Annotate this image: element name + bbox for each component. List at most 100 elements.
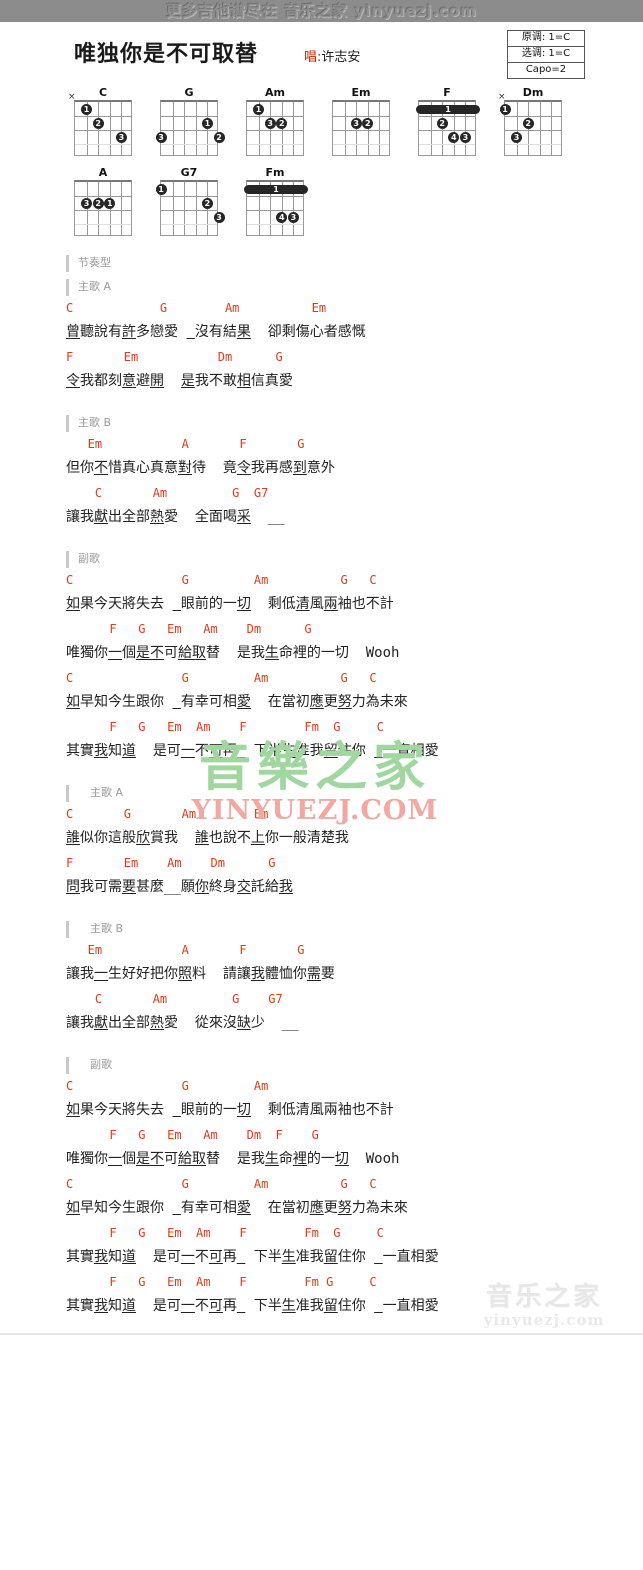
finger-dot: 2 xyxy=(362,117,374,129)
chord-diagrams: C 1 2 3 × G 1 2 3 Am 1 2 3 Em 2 3 F 1 2 3 4 Dm 1 2 3 × A 1 2 3 G7 1 2 3 Fm… xyxy=(0,82,643,236)
chord-line: C G Am Em xyxy=(66,301,327,315)
chord-diagram-em: Em 2 3 xyxy=(328,86,394,156)
lyric-line: 如果今天將失去 眼前的一切 剩低清風兩袖也不計 xyxy=(66,596,394,612)
chord-line: F G Em Am F Fm G C xyxy=(66,720,384,734)
lyric-line: 誰似你這般欣賞我 誰也說不上你一般清楚我 xyxy=(66,830,349,846)
finger-dot: 1 xyxy=(104,197,116,209)
finger-dot: 2 xyxy=(201,197,213,209)
chord-line: C G Am G C xyxy=(66,671,377,685)
finger-dot: 2 xyxy=(436,117,448,129)
chord-line: C G Am G C xyxy=(66,573,377,587)
lyric-line: 曾聽說有許多戀愛 沒有結果 卻剩傷心者感慨 xyxy=(66,324,366,340)
lyric-section: 副歌 C G Am G C 如果今天將失去 眼前的一切 剩低清風兩袖也不計 F G … xyxy=(66,548,643,780)
lyric-section: 主歌 A C G Am Em 誰似你這般欣賞我 誰也說不上你一般清楚我 F Em Am… xyxy=(66,782,643,916)
chord-grid: 1 2 3 × xyxy=(498,93,566,156)
muted-string-icon: × xyxy=(498,92,506,102)
chord-name-label: Em xyxy=(351,86,371,99)
banner-text: 更多吉他谱尽在 音乐之家 yinyuezj.com xyxy=(165,2,478,20)
chord-line: C G Am G C xyxy=(66,1177,377,1191)
chord-grid: 123 xyxy=(70,180,136,236)
chord-name-label: Fm xyxy=(265,166,285,179)
finger-dot: 2 xyxy=(522,117,534,129)
finger-dot: 2 xyxy=(276,117,288,129)
page-title: 唯独你是不可取替 xyxy=(74,42,259,67)
chord-line: C Am G G7 xyxy=(66,992,283,1006)
barre-marker: 1 xyxy=(416,104,480,114)
chord-diagram-dm: Dm 1 2 3 × xyxy=(498,86,566,156)
finger-dot: 4 xyxy=(276,211,288,223)
chord-line: F G Em Am F Fm G C xyxy=(66,1226,384,1240)
chord-name-label: Dm xyxy=(522,86,544,99)
chord-line: F G Em Am F Fm G C xyxy=(66,1275,377,1289)
finger-dot: 3 xyxy=(155,131,167,143)
finger-dot: 2 xyxy=(213,131,225,143)
chord-grid: 12 3 xyxy=(155,100,225,156)
chord-name-label: G xyxy=(184,86,194,99)
lyric-section: 主歌 A C G Am Em 曾聽說有許多戀愛 沒有結果 卻剩傷心者感慨 F Em D… xyxy=(66,276,643,410)
section-header: 主歌 B xyxy=(66,412,643,434)
chord-diagram-g7: G7 1 2 3 xyxy=(155,166,225,236)
lyric-line: 但你不惜真心真意對待 竟令我再感到意外 xyxy=(66,460,335,476)
lyric-line: 如果今天將失去 眼前的一切 剩低清風兩袖也不計 xyxy=(66,1102,394,1118)
section-header: 主歌 A xyxy=(66,782,643,804)
chord-name-label: F xyxy=(443,86,451,99)
chord-grid: 1 34 xyxy=(242,180,308,236)
key-info-box: 原调: 1=C 选调: 1=C Capo=2 xyxy=(507,30,585,79)
chord-diagram-am: Am 1 2 3 xyxy=(242,86,308,156)
chord-diagram-f: F 1 234 xyxy=(414,86,480,156)
chord-line: F Em Am Dm G xyxy=(66,856,276,870)
chord-diagram-c: C 1 2 3 × xyxy=(68,86,136,156)
chord-line: C Am G G7 xyxy=(66,486,269,500)
finger-dot: 3 xyxy=(350,117,362,129)
finger-dot: 2 xyxy=(92,117,104,129)
chord-sheet: 唯独你是不可取替 唱:许志安 原调: 1=C 选调: 1=C Capo=2 C123… xyxy=(0,22,643,1335)
singer-label: 唱: xyxy=(304,50,322,65)
title-row: 唯独你是不可取替 唱:许志安 原调: 1=C 选调: 1=C Capo=2 xyxy=(0,22,643,82)
section-header: 副歌 xyxy=(66,548,643,570)
chord-line: F Em Dm G xyxy=(66,350,283,364)
chord-grid: 123 xyxy=(242,100,308,156)
lyric-line: 唯獨你一個是不可給取替 是我生命裡的一切 Wooh xyxy=(66,1151,400,1167)
lyric-line: 其實我知道 是可一不可再 下半生准我留住你 一直相愛 xyxy=(66,743,439,759)
key-info-line-1: 选调: 1=C xyxy=(508,47,584,63)
finger-dot: 1 xyxy=(253,103,265,115)
chord-line: F G Em Am Dm G xyxy=(66,622,312,636)
section-header: 副歌 xyxy=(66,1054,643,1076)
section-header: 主歌 B xyxy=(66,918,643,940)
lyric-line: 如早知今生跟你 有幸可相愛 在當初應更努力為未來 xyxy=(66,1200,408,1216)
muted-string-icon: × xyxy=(68,92,76,102)
finger-dot: 3 xyxy=(264,117,276,129)
finger-dot: 3 xyxy=(287,211,299,223)
finger-dot: 1 xyxy=(155,183,167,195)
chord-diagram-row: C 1 2 3 × G 1 2 3 Am 1 2 3 Em 2 3 F 1 2 3 4 Dm 1 2 3 × xyxy=(68,86,643,156)
chord-line: C G Am Em xyxy=(66,807,269,821)
chord-grid: 123 xyxy=(155,180,225,236)
chord-name-label: C xyxy=(98,86,108,99)
lyric-line: 其實我知道 是可一不可再 下半生准我留住你 一直相愛 xyxy=(66,1249,439,1265)
chord-name-label: Am xyxy=(265,86,285,99)
chord-name-label: G7 xyxy=(180,166,198,179)
lyric-line: 令我都刻意避開 是我不敢相信真愛 xyxy=(66,373,293,389)
section-header: 主歌 A xyxy=(66,276,643,298)
finger-dot: 3 xyxy=(81,197,93,209)
key-info-line-0: 原调: 1=C xyxy=(508,31,584,47)
lyric-section: 主歌 B Em A F G 讓我一生好好把你照料 請讓我體恤你需要 C Am G … xyxy=(66,918,643,1052)
chord-line: Em A F G xyxy=(66,943,305,957)
finger-dot: 1 xyxy=(499,103,511,115)
lyric-section: 副歌 C G Am 如果今天將失去 眼前的一切 剩低清風兩袖也不計 F G Em A… xyxy=(66,1054,643,1335)
lyric-line: 讓我一生好好把你照料 請讓我體恤你需要 xyxy=(66,966,335,982)
chord-line: Em A F G xyxy=(66,437,305,451)
site-banner: 更多吉他谱尽在 音乐之家 yinyuezj.com xyxy=(0,0,643,22)
lyric-line: 其實我知道 是可一不可再 下半生准我留住你 一直相愛 xyxy=(66,1298,439,1314)
chord-diagram-g: G 12 3 xyxy=(155,86,225,156)
chord-grid: 1 234 xyxy=(414,100,480,156)
finger-dot: 1 xyxy=(81,103,93,115)
singer-name: 许志安 xyxy=(321,50,361,65)
finger-dot: 1 xyxy=(201,117,213,129)
chord-diagram-a: A123 xyxy=(70,166,136,236)
finger-dot: 3 xyxy=(115,131,127,143)
chord-line: C G Am xyxy=(66,1079,269,1093)
barre-marker: 1 xyxy=(244,184,308,194)
